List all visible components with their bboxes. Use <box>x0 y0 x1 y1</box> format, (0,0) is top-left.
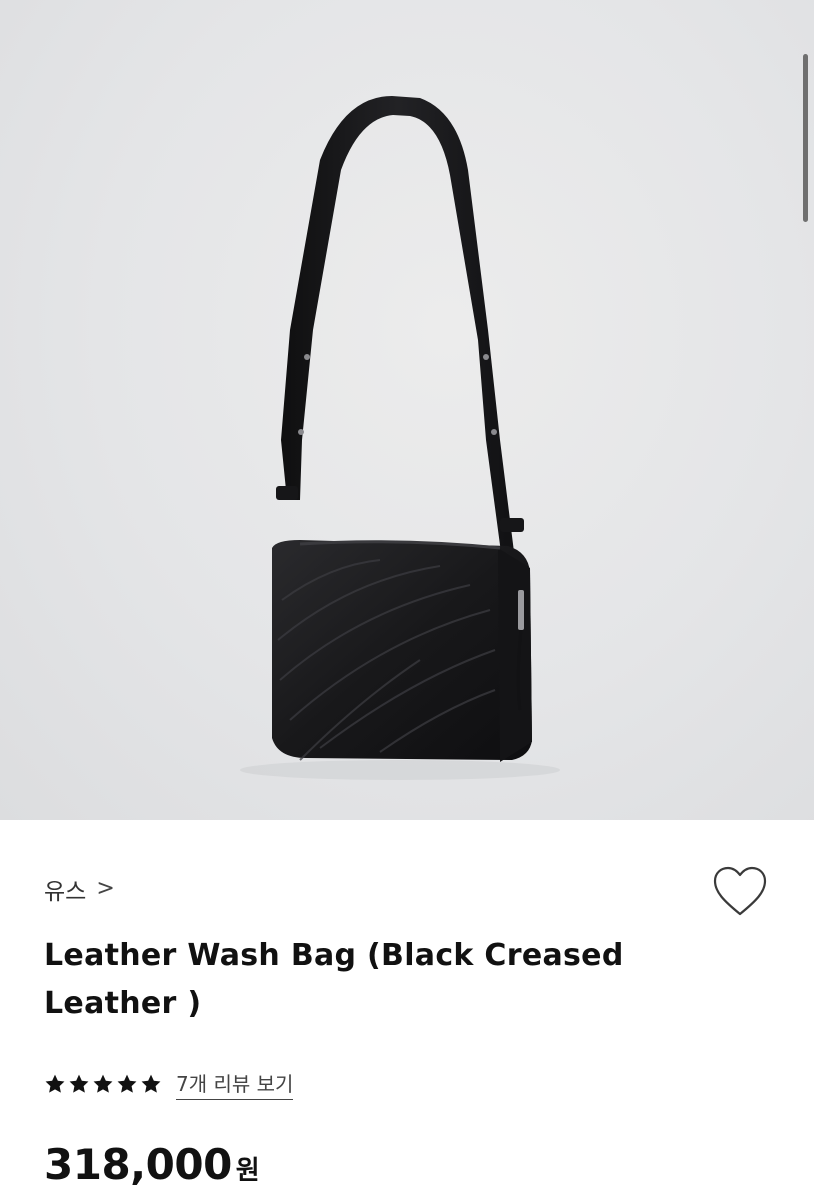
brand-link[interactable]: 유스 > <box>44 872 115 906</box>
star-icon <box>69 1074 89 1093</box>
star-icon <box>141 1074 161 1093</box>
product-image[interactable] <box>0 0 814 820</box>
rating-row: 7개 리뷰 보기 <box>44 1068 294 1100</box>
star-rating <box>44 1073 162 1095</box>
star-icon <box>45 1074 65 1093</box>
chevron-right-icon: > <box>96 876 115 901</box>
review-link[interactable]: 7개 리뷰 보기 <box>176 1068 294 1100</box>
bag-illustration <box>240 96 560 780</box>
brand-name: 유스 <box>44 879 87 905</box>
star-icon <box>93 1074 113 1093</box>
price-currency: 원 <box>235 1156 260 1186</box>
wishlist-button[interactable] <box>710 864 770 920</box>
star-icon <box>117 1074 137 1093</box>
product-page: 유스 > Leather Wash Bag (Black Creased Lea… <box>0 0 814 1200</box>
price: 318,000 원 <box>44 1140 260 1189</box>
scrollbar[interactable] <box>803 54 808 222</box>
heart-outline-icon <box>713 866 767 916</box>
product-title: Leather Wash Bag (Black Creased Leather … <box>44 938 624 1021</box>
price-amount: 318,000 <box>44 1140 232 1189</box>
